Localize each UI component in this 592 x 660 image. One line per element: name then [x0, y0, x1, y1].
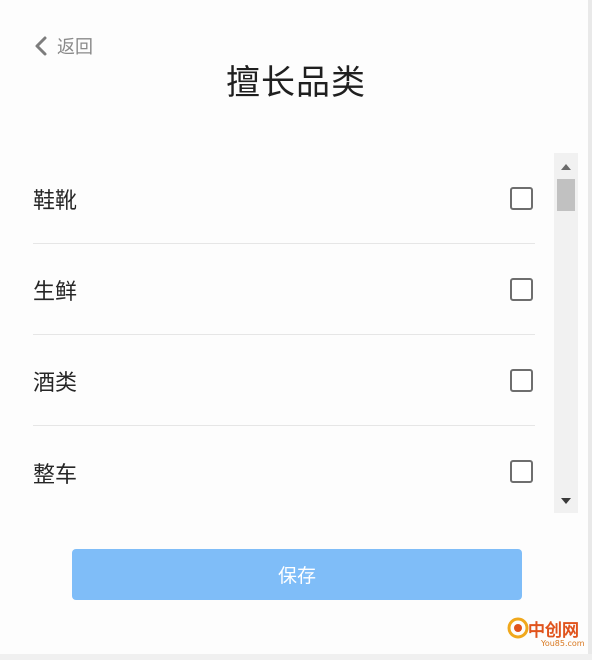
scrollbar-thumb[interactable]: [557, 179, 575, 211]
watermark-emblem-icon: [506, 616, 530, 644]
category-checkbox[interactable]: [510, 186, 533, 210]
category-checkbox[interactable]: [510, 460, 533, 483]
scroll-down-arrow-icon[interactable]: [554, 491, 578, 511]
category-row-vehicle[interactable]: 整车: [33, 426, 535, 517]
category-label: 鞋靴: [33, 189, 78, 214]
category-label: 酒类: [33, 371, 78, 396]
page-title: 擅长品类: [226, 63, 366, 103]
watermark-brand: 中创网: [528, 621, 579, 641]
window-bottom-edge: [0, 654, 592, 660]
watermark-domain: You85.com: [541, 639, 585, 648]
category-label: 生鲜: [33, 280, 78, 305]
chevron-left-icon: [34, 35, 48, 57]
category-row-liquor[interactable]: 酒类: [33, 335, 535, 426]
category-checkbox[interactable]: [510, 368, 533, 392]
category-row-fresh[interactable]: 生鲜: [33, 244, 535, 335]
scroll-up-arrow-icon[interactable]: [554, 157, 578, 177]
watermark-logo: 中创网 You85.com: [506, 614, 592, 654]
category-label: 整车: [33, 462, 78, 488]
save-button[interactable]: 保存: [72, 549, 522, 600]
list-scrollbar[interactable]: [554, 153, 578, 513]
category-row-shoes[interactable]: 鞋靴: [33, 153, 535, 244]
category-checkbox[interactable]: [510, 277, 533, 301]
category-list: 鞋靴 生鲜 酒类 整车: [33, 153, 535, 517]
